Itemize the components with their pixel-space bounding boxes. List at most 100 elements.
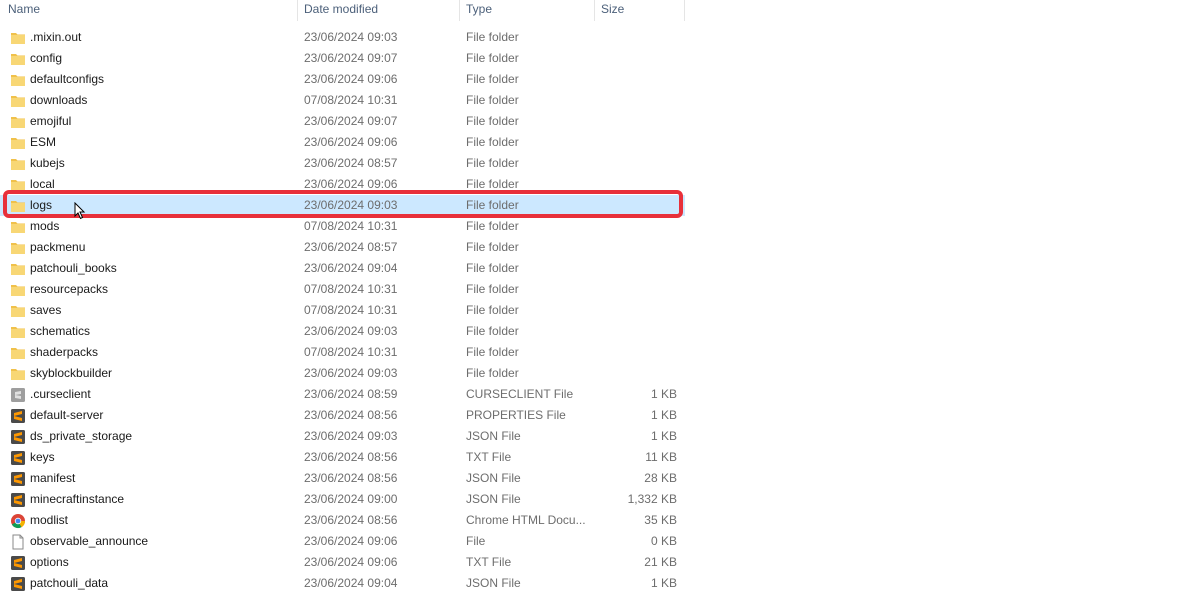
file-name: minecraftinstance [30,492,125,506]
file-row[interactable]: kubejs 23/06/2024 08:57 File folder [0,153,685,174]
file-row[interactable]: default-server 23/06/2024 08:56 PROPERTIES… [0,405,685,426]
sublime-file-icon [10,576,26,592]
file-name: patchouli_data [30,576,109,590]
file-size: 35 KB [644,513,677,527]
file-date-modified: 23/06/2024 09:04 [304,576,398,590]
blank-file-icon [10,534,26,550]
file-row[interactable]: saves 07/08/2024 10:31 File folder [0,300,685,321]
file-type: File folder [466,240,519,254]
file-name: shaderpacks [30,345,99,359]
file-name: ds_private_storage [30,429,133,443]
file-type: TXT File [466,555,512,569]
file-size: 1 KB [650,429,677,443]
folder-icon [10,114,26,130]
file-row[interactable]: emojiful 23/06/2024 09:07 File folder [0,111,685,132]
file-date-modified: 07/08/2024 10:31 [304,303,398,317]
folder-icon [10,345,26,361]
file-date-modified: 23/06/2024 09:06 [304,534,398,548]
file-size: 0 KB [650,534,677,548]
file-row[interactable]: packmenu 23/06/2024 08:57 File folder [0,237,685,258]
file-row[interactable]: mods 07/08/2024 10:31 File folder [0,216,685,237]
file-name: kubejs [30,156,65,170]
file-row[interactable]: keys 23/06/2024 08:56 TXT File 11 KB [0,447,685,468]
file-size: 28 KB [644,471,677,485]
file-type: File folder [466,72,519,86]
file-type: File folder [466,324,519,338]
file-name: keys [30,450,55,464]
file-row[interactable]: modlist 23/06/2024 08:56 Chrome HTML Docu.… [0,510,685,531]
file-date-modified: 23/06/2024 09:06 [304,135,398,149]
folder-icon [10,261,26,277]
file-type: File folder [466,219,519,233]
file-row[interactable]: .mixin.out 23/06/2024 09:03 File folder [0,27,685,48]
file-date-modified: 23/06/2024 08:57 [304,156,398,170]
file-date-modified: 07/08/2024 10:31 [304,219,398,233]
folder-icon [10,93,26,109]
file-row[interactable]: schematics 23/06/2024 09:03 File folder [0,321,685,342]
gray-file-icon [10,387,26,403]
file-row[interactable]: .curseclient 23/06/2024 08:59 CURSECLIENT … [0,384,685,405]
file-name: manifest [30,471,76,485]
file-name: mods [30,219,60,233]
folder-icon [10,303,26,319]
file-date-modified: 23/06/2024 09:03 [304,324,398,338]
file-type: JSON File [466,429,521,443]
file-row[interactable]: observable_announce 23/06/2024 09:06 File 0… [0,531,685,552]
file-type: File folder [466,30,519,44]
file-size: 1 KB [650,408,677,422]
file-size: 1,332 KB [627,492,677,506]
file-size: 11 KB [645,450,677,464]
file-row[interactable]: patchouli_data 23/06/2024 09:04 JSON File 1… [0,573,685,594]
file-date-modified: 23/06/2024 08:56 [304,513,398,527]
folder-icon [10,30,26,46]
file-date-modified: 23/06/2024 09:03 [304,429,398,443]
file-date-modified: 23/06/2024 08:57 [304,240,398,254]
file-name: modlist [30,513,69,527]
file-name: packmenu [30,240,86,254]
file-type: File folder [466,93,519,107]
file-row[interactable]: skyblockbuilder 23/06/2024 09:03 File fold… [0,363,685,384]
file-date-modified: 23/06/2024 09:03 [304,30,398,44]
file-date-modified: 23/06/2024 08:56 [304,471,398,485]
file-type: JSON File [466,471,521,485]
file-date-modified: 23/06/2024 08:59 [304,387,398,401]
file-type: TXT File [466,450,512,464]
file-date-modified: 07/08/2024 10:31 [304,282,398,296]
file-date-modified: 23/06/2024 09:04 [304,261,398,275]
file-date-modified: 23/06/2024 09:07 [304,51,398,65]
file-name: default-server [30,408,104,422]
folder-icon [10,366,26,382]
file-date-modified: 23/06/2024 08:56 [304,408,398,422]
file-row[interactable]: defaultconfigs 23/06/2024 09:06 File folde… [0,69,685,90]
column-header-date-modified[interactable]: Date modified [298,0,460,21]
folder-icon [10,282,26,298]
file-row[interactable]: ESM 23/06/2024 09:06 File folder [0,132,685,153]
file-row[interactable]: patchouli_books 23/06/2024 09:04 File fold… [0,258,685,279]
sublime-file-icon [10,555,26,571]
column-header-type[interactable]: Type [460,0,595,21]
file-row[interactable]: config 23/06/2024 09:07 File folder [0,48,685,69]
file-size: 1 KB [650,576,677,590]
file-name: downloads [30,93,88,107]
file-type: File folder [466,114,519,128]
file-name: defaultconfigs [30,72,105,86]
file-row[interactable]: options 23/06/2024 09:06 TXT File 21 KB [0,552,685,573]
file-name: saves [30,303,62,317]
file-row[interactable]: downloads 07/08/2024 10:31 File folder [0,90,685,111]
file-row[interactable]: shaderpacks 07/08/2024 10:31 File folder [0,342,685,363]
file-name: options [30,555,69,569]
file-row[interactable]: ds_private_storage 23/06/2024 09:03 JSON F… [0,426,685,447]
sublime-file-icon [10,471,26,487]
file-type: JSON File [466,576,521,590]
column-header-name[interactable]: Name [0,0,298,21]
file-date-modified: 23/06/2024 09:00 [304,492,398,506]
file-size: 1 KB [650,387,677,401]
file-row[interactable]: minecraftinstance 23/06/2024 09:00 JSON Fi… [0,489,685,510]
column-header-size[interactable]: Size [595,0,685,21]
file-date-modified: 23/06/2024 09:03 [304,366,398,380]
folder-icon [10,240,26,256]
file-row[interactable]: resourcepacks 07/08/2024 10:31 File folder [0,279,685,300]
file-row[interactable]: manifest 23/06/2024 08:56 JSON File 28 KB [0,468,685,489]
file-type: File folder [466,51,519,65]
file-name: patchouli_books [30,261,117,275]
